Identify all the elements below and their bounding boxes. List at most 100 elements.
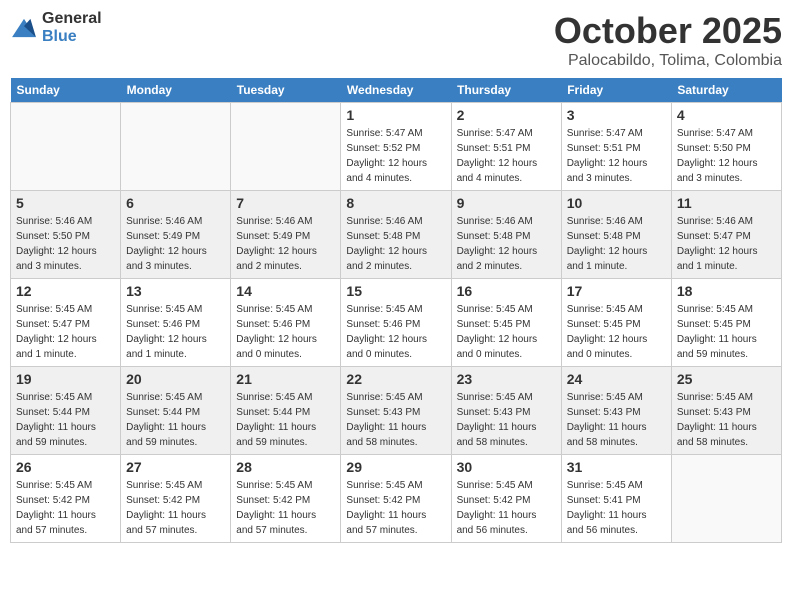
calendar-cell: 2 Sunrise: 5:47 AM Sunset: 5:51 PM Daylig… [451,103,561,191]
title-block: October 2025 Palocabildo, Tolima, Colomb… [554,10,782,70]
day-number: 3 [567,107,666,123]
day-number: 5 [16,195,115,211]
calendar-cell: 23Sunrise: 5:45 AM Sunset: 5:43 PM Dayli… [451,367,561,455]
day-number: 12 [16,283,115,299]
day-info: Sunrise: 5:45 AM Sunset: 5:45 PM Dayligh… [567,302,666,362]
day-number: 29 [346,459,445,475]
day-number: 31 [567,459,666,475]
calendar-cell: 3 Sunrise: 5:47 AM Sunset: 5:51 PM Daylig… [561,103,671,191]
day-info: Sunrise: 5:45 AM Sunset: 5:45 PM Dayligh… [677,302,776,362]
day-info: Sunrise: 5:46 AM Sunset: 5:50 PM Dayligh… [16,214,115,274]
day-info: Sunrise: 5:47 AM Sunset: 5:52 PM Dayligh… [346,126,445,186]
calendar-cell: 27 Sunrise: 5:45 AM Sunset: 5:42 PM Dayli… [121,455,231,543]
calendar-cell: 19Sunrise: 5:45 AM Sunset: 5:44 PM Dayli… [11,367,121,455]
calendar-cell: 14 Sunrise: 5:45 AM Sunset: 5:46 PM Dayli… [231,279,341,367]
calendar-cell: 13Sunrise: 5:45 AM Sunset: 5:46 PM Dayli… [121,279,231,367]
day-info: Sunrise: 5:45 AM Sunset: 5:43 PM Dayligh… [677,390,776,450]
day-info: Sunrise: 5:45 AM Sunset: 5:42 PM Dayligh… [236,478,335,538]
day-info: Sunrise: 5:45 AM Sunset: 5:44 PM Dayligh… [236,390,335,450]
day-info: Sunrise: 5:45 AM Sunset: 5:43 PM Dayligh… [567,390,666,450]
day-header-wednesday: Wednesday [341,78,451,103]
calendar-cell: 6Sunrise: 5:46 AM Sunset: 5:49 PM Daylig… [121,191,231,279]
page-header: General Blue October 2025 Palocabildo, T… [10,10,782,70]
day-number: 15 [346,283,445,299]
calendar-cell: 12 Sunrise: 5:45 AM Sunset: 5:47 PM Dayli… [11,279,121,367]
day-number: 23 [457,371,556,387]
calendar-cell: 29 Sunrise: 5:45 AM Sunset: 5:42 PM Dayli… [341,455,451,543]
month-title: October 2025 [554,10,782,52]
calendar-cell: 4 Sunrise: 5:47 AM Sunset: 5:50 PM Daylig… [671,103,781,191]
day-info: Sunrise: 5:47 AM Sunset: 5:50 PM Dayligh… [677,126,776,186]
day-number: 16 [457,283,556,299]
day-number: 22 [346,371,445,387]
calendar-week-2: 5 Sunrise: 5:46 AM Sunset: 5:50 PM Daylig… [11,191,782,279]
calendar-cell: 30 Sunrise: 5:45 AM Sunset: 5:42 PM Dayli… [451,455,561,543]
day-info: Sunrise: 5:45 AM Sunset: 5:44 PM Dayligh… [16,390,115,450]
day-header-monday: Monday [121,78,231,103]
calendar-cell: 11 Sunrise: 5:46 AM Sunset: 5:47 PM Dayli… [671,191,781,279]
day-info: Sunrise: 5:45 AM Sunset: 5:44 PM Dayligh… [126,390,225,450]
day-info: Sunrise: 5:46 AM Sunset: 5:48 PM Dayligh… [567,214,666,274]
calendar-cell: 18Sunrise: 5:45 AM Sunset: 5:45 PM Dayli… [671,279,781,367]
day-number: 30 [457,459,556,475]
day-number: 7 [236,195,335,211]
day-number: 1 [346,107,445,123]
day-number: 14 [236,283,335,299]
calendar-week-3: 12 Sunrise: 5:45 AM Sunset: 5:47 PM Dayli… [11,279,782,367]
calendar-cell: 10Sunrise: 5:46 AM Sunset: 5:48 PM Dayli… [561,191,671,279]
day-header-friday: Friday [561,78,671,103]
calendar-cell: 5 Sunrise: 5:46 AM Sunset: 5:50 PM Daylig… [11,191,121,279]
day-info: Sunrise: 5:47 AM Sunset: 5:51 PM Dayligh… [457,126,556,186]
day-info: Sunrise: 5:45 AM Sunset: 5:42 PM Dayligh… [457,478,556,538]
day-number: 9 [457,195,556,211]
calendar-cell: 21 Sunrise: 5:45 AM Sunset: 5:44 PM Dayli… [231,367,341,455]
logo-text: General Blue [42,10,102,46]
day-header-tuesday: Tuesday [231,78,341,103]
day-number: 21 [236,371,335,387]
day-info: Sunrise: 5:45 AM Sunset: 5:46 PM Dayligh… [236,302,335,362]
day-info: Sunrise: 5:45 AM Sunset: 5:43 PM Dayligh… [346,390,445,450]
day-info: Sunrise: 5:45 AM Sunset: 5:45 PM Dayligh… [457,302,556,362]
calendar-cell: 7Sunrise: 5:46 AM Sunset: 5:49 PM Daylig… [231,191,341,279]
day-number: 24 [567,371,666,387]
calendar-table: SundayMondayTuesdayWednesdayThursdayFrid… [10,78,782,543]
day-header-thursday: Thursday [451,78,561,103]
calendar-cell: 8 Sunrise: 5:46 AM Sunset: 5:48 PM Daylig… [341,191,451,279]
calendar-header-row: SundayMondayTuesdayWednesdayThursdayFrid… [11,78,782,103]
logo-icon [10,17,38,39]
calendar-cell: 31 Sunrise: 5:45 AM Sunset: 5:41 PM Dayli… [561,455,671,543]
day-header-saturday: Saturday [671,78,781,103]
day-number: 11 [677,195,776,211]
day-number: 8 [346,195,445,211]
day-info: Sunrise: 5:45 AM Sunset: 5:42 PM Dayligh… [346,478,445,538]
day-number: 20 [126,371,225,387]
day-number: 2 [457,107,556,123]
location-title: Palocabildo, Tolima, Colombia [554,52,782,70]
calendar-week-4: 19Sunrise: 5:45 AM Sunset: 5:44 PM Dayli… [11,367,782,455]
day-info: Sunrise: 5:45 AM Sunset: 5:42 PM Dayligh… [126,478,225,538]
calendar-week-5: 26 Sunrise: 5:45 AM Sunset: 5:42 PM Dayli… [11,455,782,543]
calendar-cell: 17Sunrise: 5:45 AM Sunset: 5:45 PM Dayli… [561,279,671,367]
day-number: 27 [126,459,225,475]
day-info: Sunrise: 5:47 AM Sunset: 5:51 PM Dayligh… [567,126,666,186]
day-info: Sunrise: 5:46 AM Sunset: 5:48 PM Dayligh… [457,214,556,274]
calendar-cell [671,455,781,543]
day-info: Sunrise: 5:45 AM Sunset: 5:47 PM Dayligh… [16,302,115,362]
day-number: 6 [126,195,225,211]
day-info: Sunrise: 5:45 AM Sunset: 5:41 PM Dayligh… [567,478,666,538]
calendar-cell: 15 Sunrise: 5:45 AM Sunset: 5:46 PM Dayli… [341,279,451,367]
day-header-sunday: Sunday [11,78,121,103]
day-number: 25 [677,371,776,387]
calendar-cell [11,103,121,191]
logo-blue: Blue [42,28,77,45]
calendar-cell: 26Sunrise: 5:45 AM Sunset: 5:42 PM Dayli… [11,455,121,543]
day-info: Sunrise: 5:46 AM Sunset: 5:47 PM Dayligh… [677,214,776,274]
calendar-cell [121,103,231,191]
day-info: Sunrise: 5:46 AM Sunset: 5:48 PM Dayligh… [346,214,445,274]
day-number: 4 [677,107,776,123]
logo-general: General [42,10,102,27]
calendar-cell: 28Sunrise: 5:45 AM Sunset: 5:42 PM Dayli… [231,455,341,543]
calendar-cell: 22 Sunrise: 5:45 AM Sunset: 5:43 PM Dayli… [341,367,451,455]
day-number: 26 [16,459,115,475]
day-info: Sunrise: 5:45 AM Sunset: 5:46 PM Dayligh… [346,302,445,362]
